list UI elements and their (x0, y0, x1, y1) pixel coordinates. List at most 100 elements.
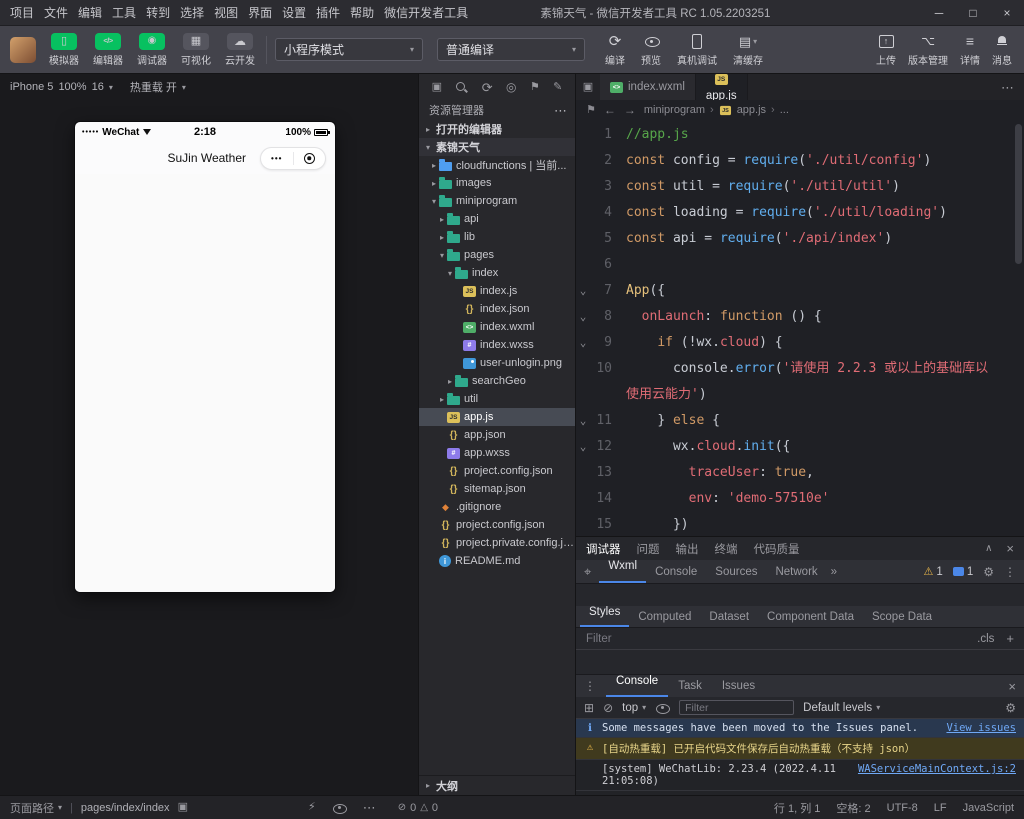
issues-count-badge[interactable]: 1 (952, 566, 973, 578)
tree-item[interactable]: index.js (419, 282, 575, 300)
bookmark-icon[interactable] (530, 82, 540, 93)
close-panel-icon[interactable]: × (1006, 541, 1014, 556)
cloud-toggle[interactable]: 云开发 (222, 32, 258, 67)
upload-button[interactable]: 上传 (876, 33, 896, 67)
close-console-icon[interactable]: × (1008, 679, 1016, 694)
chevron-right-icon[interactable]: ▸ (429, 161, 439, 170)
menu-item[interactable]: 设置 (282, 4, 306, 21)
tree-item[interactable]: user-unlogin.png (419, 354, 575, 372)
lightning-icon[interactable] (308, 802, 316, 813)
add-style-icon[interactable]: + (1006, 631, 1014, 646)
forward-button[interactable]: → (624, 103, 636, 117)
hot-reload-toggle[interactable]: 热重载 开 (130, 79, 177, 95)
version-button[interactable]: 版本管理 (908, 33, 948, 67)
tree-item[interactable]: app.js (419, 408, 575, 426)
more-tabs-icon[interactable]: » (831, 566, 837, 578)
styles-area[interactable] (576, 650, 1024, 674)
menu-item[interactable]: 微信开发者工具 (384, 4, 468, 21)
exit-button[interactable] (294, 148, 326, 169)
maximize-button[interactable]: □ (956, 0, 990, 25)
devtools-tab[interactable]: Sources (706, 560, 766, 583)
cursor-position[interactable]: 行 1, 列 1 (774, 800, 820, 816)
dock-icon[interactable] (584, 702, 594, 714)
console-tab[interactable]: Task (668, 675, 712, 697)
tree-item[interactable]: ▾ pages (419, 246, 575, 264)
debug-panel-tab[interactable]: 终端 (715, 541, 738, 557)
device-select[interactable]: iPhone 5 (10, 81, 53, 93)
breadcrumb-item[interactable]: app.js (737, 104, 766, 116)
tree-item[interactable]: ▸ searchGeo (419, 372, 575, 390)
styles-filter-input[interactable]: Filter (586, 633, 612, 645)
menu-item[interactable]: 插件 (316, 4, 340, 21)
eye-icon[interactable] (655, 702, 671, 714)
fold-icon[interactable]: ⌄ (576, 304, 590, 330)
scrollbar[interactable] (1015, 124, 1022, 264)
editor-tab[interactable]: index.wxml (600, 74, 696, 100)
tree-item[interactable]: project.private.config.js... (419, 534, 575, 552)
menu-item[interactable]: 项目 (10, 4, 34, 21)
back-button[interactable]: ← (604, 103, 616, 117)
menu-item[interactable]: 选择 (180, 4, 204, 21)
page-path-select[interactable]: 页面路径 ▾ (10, 800, 62, 816)
more-icon[interactable] (554, 104, 567, 117)
tree-item[interactable]: app.wxss (419, 444, 575, 462)
tree-item[interactable]: project.config.json (419, 516, 575, 534)
collapse-panel-icon[interactable]: ∧ (985, 543, 992, 554)
console-messages[interactable]: ℹ Some messages have been moved to the Is… (576, 719, 1024, 795)
project-section[interactable]: ▾ 素锦天气 (419, 138, 575, 156)
details-button[interactable]: 详情 (960, 33, 980, 67)
client-version[interactable]: 16 (92, 81, 104, 93)
tree-item[interactable]: ▸ images (419, 174, 575, 192)
message-button[interactable]: 消息 (992, 33, 1012, 67)
refresh-icon[interactable] (482, 81, 493, 94)
more-icon[interactable] (1001, 81, 1014, 94)
editor-toggle[interactable]: 编辑器 (90, 32, 126, 67)
menu-item[interactable]: 转到 (146, 4, 170, 21)
context-select[interactable]: top ▾ (622, 702, 646, 714)
tree-item[interactable]: index.wxml (419, 318, 575, 336)
mode-select[interactable]: 小程序模式 ▾ (275, 38, 423, 61)
simulator-toggle[interactable]: 模拟器 (46, 32, 82, 67)
menu-item[interactable]: 视图 (214, 4, 238, 21)
tree-item[interactable]: sitemap.json (419, 480, 575, 498)
outline-section[interactable]: ▸ 大纲 (419, 775, 575, 795)
console-tab[interactable]: Issues (712, 675, 765, 697)
chevron-down-icon[interactable]: ▾ (429, 197, 439, 206)
debugger-toggle[interactable]: 调试器 (134, 32, 170, 67)
devtools-tab[interactable]: Console (646, 560, 706, 583)
tree-item[interactable]: index.wxss (419, 336, 575, 354)
minimize-button[interactable]: ─ (922, 0, 956, 25)
tree-item[interactable]: index.json (419, 300, 575, 318)
debug-panel-tab[interactable]: 问题 (637, 541, 660, 557)
fold-icon[interactable]: ⌄ (576, 408, 590, 434)
view-issues-link[interactable]: View issues (946, 722, 1016, 734)
cls-toggle[interactable]: .cls (977, 633, 994, 645)
tree-item[interactable]: ▾ miniprogram (419, 192, 575, 210)
language-mode[interactable]: JavaScript (963, 800, 1014, 816)
eol-setting[interactable]: LF (934, 800, 947, 816)
chevron-right-icon[interactable]: ▸ (437, 395, 447, 404)
avatar[interactable] (10, 36, 36, 63)
copy-icon[interactable] (178, 802, 188, 813)
search-icon[interactable] (455, 81, 468, 94)
menu-item[interactable]: 工具 (112, 4, 136, 21)
eye-icon[interactable] (332, 802, 347, 814)
tree-item[interactable]: app.json (419, 426, 575, 444)
fold-icon[interactable]: ⌄ (576, 434, 590, 460)
tree-item[interactable]: project.config.json (419, 462, 575, 480)
tree-item[interactable]: ▾ index (419, 264, 575, 282)
gear-icon[interactable] (1005, 702, 1016, 714)
breadcrumb-item[interactable]: ... (780, 104, 789, 116)
compile-button[interactable]: 编译 (605, 33, 625, 67)
menu-item[interactable]: 帮助 (350, 4, 374, 21)
log-levels-select[interactable]: Default levels ▾ (803, 702, 880, 714)
tree-item[interactable]: README.md (419, 552, 575, 570)
indentation-setting[interactable]: 空格: 2 (836, 800, 870, 816)
menu-item[interactable]: 编辑 (78, 4, 102, 21)
wxml-tree-area[interactable] (576, 584, 1024, 606)
console-filter-input[interactable] (679, 700, 795, 715)
tree-item[interactable]: ▸ api (419, 210, 575, 228)
menu-item[interactable]: 界面 (248, 4, 272, 21)
compile-mode-select[interactable]: 普通编译 ▾ (437, 38, 585, 61)
tree-item[interactable]: ▸ util (419, 390, 575, 408)
